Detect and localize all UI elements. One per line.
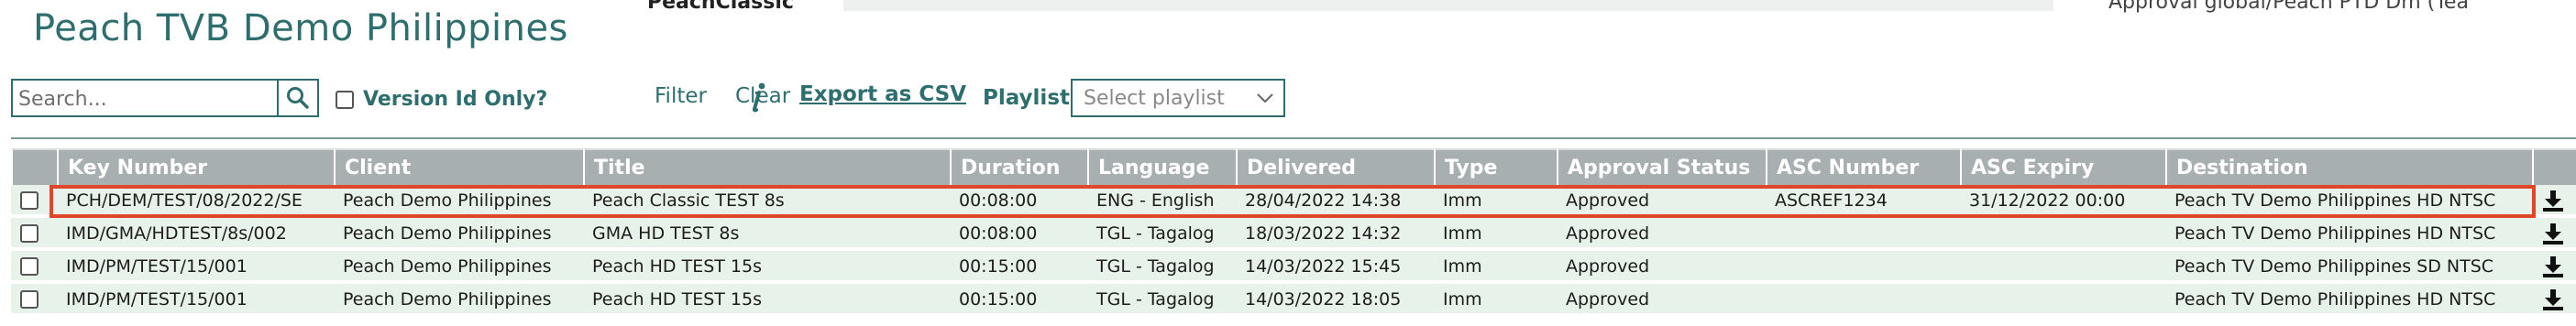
info-icon[interactable] (744, 81, 772, 117)
cell-destination: Peach TV Demo Philippines SD NTSC (2174, 256, 2494, 277)
cell-asc-number (1766, 218, 1775, 249)
cell-asc-expiry (1960, 284, 1969, 315)
column-header-language[interactable]: Language (1087, 148, 1236, 185)
table-header: Key Number Client Title Duration Languag… (11, 148, 2576, 185)
version-id-only-toggle[interactable]: Version Id Only? (336, 88, 547, 111)
cell-asc-number (1766, 284, 1775, 315)
cell-destination: Peach TV Demo Philippines HD NTSC (2174, 190, 2496, 211)
cell-client: Peach Demo Philippines (343, 289, 552, 310)
cell-asc-expiry (1960, 251, 1969, 282)
playlist-select-value: Select playlist (1084, 86, 1225, 110)
table-row[interactable]: IMD/PM/TEST/15/001 Peach Demo Philippines… (11, 284, 2576, 315)
row-select-checkbox[interactable] (20, 257, 39, 276)
cell-language: TGL - Tagalog (1096, 223, 1215, 244)
cell-key-number: IMD/PM/TEST/15/001 (66, 289, 248, 310)
version-id-only-checkbox[interactable] (336, 90, 354, 109)
search-button[interactable] (277, 81, 317, 115)
cell-language: ENG - English (1096, 190, 1215, 211)
column-header-client[interactable]: Client (334, 148, 583, 185)
table-row[interactable]: IMD/PM/TEST/15/001 Peach Demo Philippines… (11, 251, 2576, 282)
cell-asc-expiry: 31/12/2022 00:00 (1969, 190, 2126, 211)
column-header-destination[interactable]: Destination (2165, 148, 2532, 185)
cell-key-number: IMD/PM/TEST/15/001 (66, 256, 248, 277)
row-select-checkbox[interactable] (20, 224, 39, 243)
download-icon[interactable] (2541, 288, 2565, 315)
column-header-duration[interactable]: Duration (950, 148, 1087, 185)
cell-approval-status: Approved (1566, 190, 1650, 211)
cell-approval-status: Approved (1566, 223, 1650, 244)
cell-title: Peach HD TEST 15s (592, 256, 762, 277)
search-input[interactable] (17, 84, 277, 114)
cell-approval-status: Approved (1566, 289, 1650, 310)
cell-type: Imm (1443, 190, 1482, 211)
row-select-checkbox[interactable] (20, 191, 39, 210)
cell-language: TGL - Tagalog (1096, 289, 1215, 310)
table-row[interactable]: IMD/GMA/HDTEST/8s/002 Peach Demo Philippi… (11, 218, 2576, 249)
column-header-asc-number[interactable]: ASC Number (1766, 148, 1960, 185)
cell-approval-status: Approved (1566, 256, 1650, 277)
cell-client: Peach Demo Philippines (343, 190, 552, 211)
row-select-checkbox[interactable] (20, 290, 39, 309)
chevron-down-icon (1257, 93, 1273, 103)
column-header-title[interactable]: Title (583, 148, 950, 185)
cell-duration: 00:08:00 (959, 190, 1038, 211)
cell-language: TGL - Tagalog (1096, 256, 1215, 277)
cell-type: Imm (1443, 223, 1482, 244)
cell-type: Imm (1443, 256, 1482, 277)
cell-title: GMA HD TEST 8s (592, 223, 740, 244)
export-csv-link[interactable]: Export as CSV (799, 82, 966, 106)
cell-delivered: 14/03/2022 18:05 (1245, 289, 1402, 310)
page-title: Peach TVB Demo Philippines (33, 7, 568, 49)
column-header-delivered[interactable]: Delivered (1236, 148, 1434, 185)
playlist-label: Playlist (983, 86, 1070, 110)
cell-delivered: 28/04/2022 14:38 (1245, 190, 1402, 211)
top-right-fragment: Approval global/Peach PTD Dm (Tea (2108, 0, 2469, 14)
cell-asc-number: ASCREF1234 (1775, 190, 1888, 211)
cell-duration: 00:08:00 (959, 223, 1038, 244)
toolbar-divider (11, 137, 2576, 139)
search-box (11, 79, 319, 117)
cell-key-number: PCH/DEM/TEST/08/2022/SE (66, 190, 303, 211)
select-column-header (11, 148, 57, 185)
top-tab-strip (843, 0, 2053, 11)
download-icon[interactable] (2541, 255, 2565, 282)
column-header-type[interactable]: Type (1434, 148, 1557, 185)
table-row[interactable]: PCH/DEM/TEST/08/2022/SE Peach Demo Philip… (11, 185, 2576, 216)
cell-duration: 00:15:00 (959, 256, 1038, 277)
column-header-asc-expiry[interactable]: ASC Expiry (1960, 148, 2165, 185)
download-column-header (2532, 148, 2576, 185)
cell-type: Imm (1443, 289, 1482, 310)
download-icon[interactable] (2541, 222, 2565, 249)
top-tab-fragment: PeachClassic (647, 0, 794, 14)
search-icon (287, 87, 309, 109)
cell-client: Peach Demo Philippines (343, 223, 552, 244)
cell-destination: Peach TV Demo Philippines HD NTSC (2174, 223, 2496, 244)
playlist-select[interactable]: Select playlist (1071, 79, 1285, 117)
cell-duration: 00:15:00 (959, 289, 1038, 310)
version-id-only-label: Version Id Only? (363, 88, 548, 111)
cell-delivered: 14/03/2022 15:45 (1245, 256, 1402, 277)
download-icon[interactable] (2541, 189, 2565, 216)
column-header-approval-status[interactable]: Approval Status (1557, 148, 1766, 185)
cell-delivered: 18/03/2022 14:32 (1245, 223, 1402, 244)
filter-button[interactable]: Filter (655, 84, 707, 108)
cell-title: Peach HD TEST 15s (592, 289, 762, 310)
column-header-key-number[interactable]: Key Number (57, 148, 334, 185)
cell-asc-number (1766, 251, 1775, 282)
cell-title: Peach Classic TEST 8s (592, 190, 785, 211)
cell-destination: Peach TV Demo Philippines HD NTSC (2174, 289, 2496, 310)
cell-key-number: IMD/GMA/HDTEST/8s/002 (66, 223, 287, 244)
cell-client: Peach Demo Philippines (343, 256, 552, 277)
cell-asc-expiry (1960, 218, 1969, 249)
